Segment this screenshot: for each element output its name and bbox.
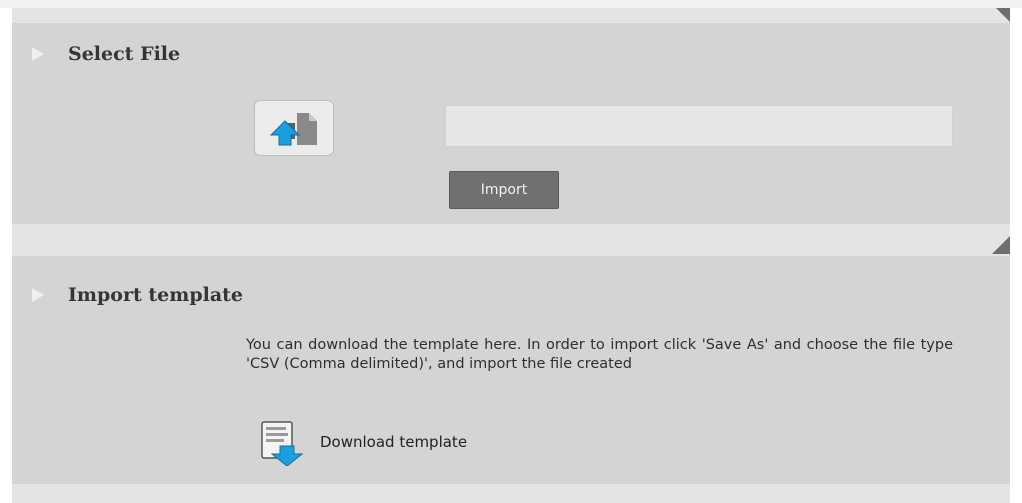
import-template-panel: Import template You can download the tem… — [12, 256, 1010, 484]
section-title: Import template — [68, 284, 243, 306]
section-header[interactable]: Select File — [32, 43, 180, 65]
download-template-label: Download template — [320, 433, 468, 451]
triangle-right-icon — [32, 47, 44, 61]
download-document-icon — [261, 421, 304, 466]
upload-file-button[interactable] — [254, 100, 334, 156]
upload-file-icon — [269, 113, 317, 146]
template-description: You can download the template here. In o… — [246, 337, 953, 372]
download-template-link[interactable]: Download template — [254, 418, 467, 466]
section-title: Select File — [68, 43, 181, 65]
triangle-right-icon — [32, 288, 44, 302]
select-file-panel: Select File Import — [12, 23, 1010, 224]
corner-fold-icon — [996, 8, 1010, 22]
top-strip — [0, 0, 1022, 8]
file-path-input[interactable] — [445, 105, 953, 147]
section-divider — [12, 484, 1010, 503]
section-header[interactable]: Import template — [32, 284, 243, 306]
import-button[interactable]: Import — [449, 171, 559, 209]
section-divider — [12, 8, 1010, 23]
corner-fold-icon — [992, 236, 1010, 254]
section-divider — [12, 224, 1010, 256]
